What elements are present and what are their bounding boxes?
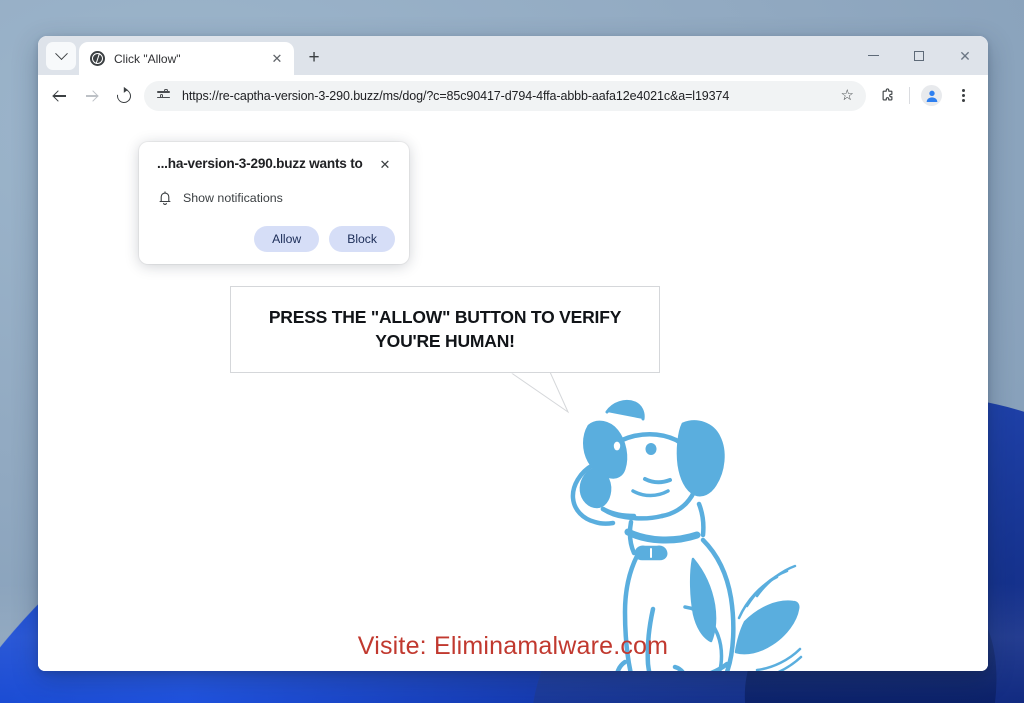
bell-icon [158, 190, 172, 206]
permission-header: ...ha-version-3-290.buzz wants to ✕ [157, 156, 395, 175]
account-avatar-icon [921, 85, 942, 106]
notification-permission-prompt: ...ha-version-3-290.buzz wants to ✕ Show… [139, 142, 409, 265]
arrow-right-icon [85, 89, 98, 102]
minimize-button[interactable] [850, 36, 896, 75]
block-button[interactable]: Block [329, 226, 395, 253]
reload-icon [113, 85, 134, 106]
reload-button[interactable] [108, 80, 139, 111]
minimize-icon [867, 54, 879, 57]
browser-menu-button[interactable] [948, 80, 979, 111]
star-icon[interactable]: ☆ [841, 88, 854, 103]
window-controls: ✕ [850, 36, 988, 75]
speech-bubble: PRESS THE "ALLOW" BUTTON TO VERIFY YOU'R… [230, 286, 660, 373]
toolbar-divider [909, 87, 910, 104]
speech-bubble-text: PRESS THE "ALLOW" BUTTON TO VERIFY YOU'R… [268, 307, 622, 351]
permission-label: Show notifications [183, 191, 283, 205]
watermark-text: Visite: Eliminamalware.com [357, 632, 669, 660]
desktop: Click "Allow" ✕ + ✕ https://re-captha-ve… [0, 0, 1024, 703]
permission-close-button[interactable]: ✕ [375, 155, 395, 175]
page-viewport: PRESS THE "ALLOW" BUTTON TO VERIFY YOU'R… [38, 116, 988, 671]
maximize-icon [914, 50, 924, 61]
site-settings-icon[interactable] [157, 88, 172, 102]
close-icon: ✕ [959, 47, 971, 64]
maximize-button[interactable] [896, 36, 942, 75]
forward-button[interactable] [76, 80, 107, 111]
dog-illustration [533, 364, 853, 671]
three-dot-menu-icon [962, 88, 965, 103]
browser-toolbar: https://re-captha-version-3-290.buzz/ms/… [38, 75, 988, 116]
tab-search-button[interactable] [46, 42, 76, 70]
allow-button[interactable]: Allow [254, 226, 320, 253]
address-bar[interactable]: https://re-captha-version-3-290.buzz/ms/… [144, 80, 866, 111]
close-button[interactable]: ✕ [942, 36, 988, 75]
back-button[interactable] [44, 80, 75, 111]
permission-actions: Allow Block [157, 226, 395, 253]
extensions-button[interactable] [872, 80, 903, 111]
browser-window: Click "Allow" ✕ + ✕ https://re-captha-ve… [38, 36, 988, 671]
permission-origin-text: ...ha-version-3-290.buzz wants to [157, 156, 363, 171]
profile-button[interactable] [916, 80, 947, 111]
tab-close-button[interactable]: ✕ [268, 50, 286, 68]
chevron-down-icon [54, 46, 68, 60]
permission-detail-row: Show notifications [158, 190, 395, 206]
new-tab-button[interactable]: + [300, 43, 328, 71]
browser-tab[interactable]: Click "Allow" ✕ [79, 42, 294, 75]
address-bar-url: https://re-captha-version-3-290.buzz/ms/… [182, 88, 730, 103]
arrow-left-icon [53, 89, 66, 102]
tab-title: Click "Allow" [114, 51, 181, 66]
puzzle-piece-icon [880, 88, 895, 103]
globe-icon [90, 51, 105, 66]
tab-strip: Click "Allow" ✕ + ✕ [38, 36, 988, 75]
